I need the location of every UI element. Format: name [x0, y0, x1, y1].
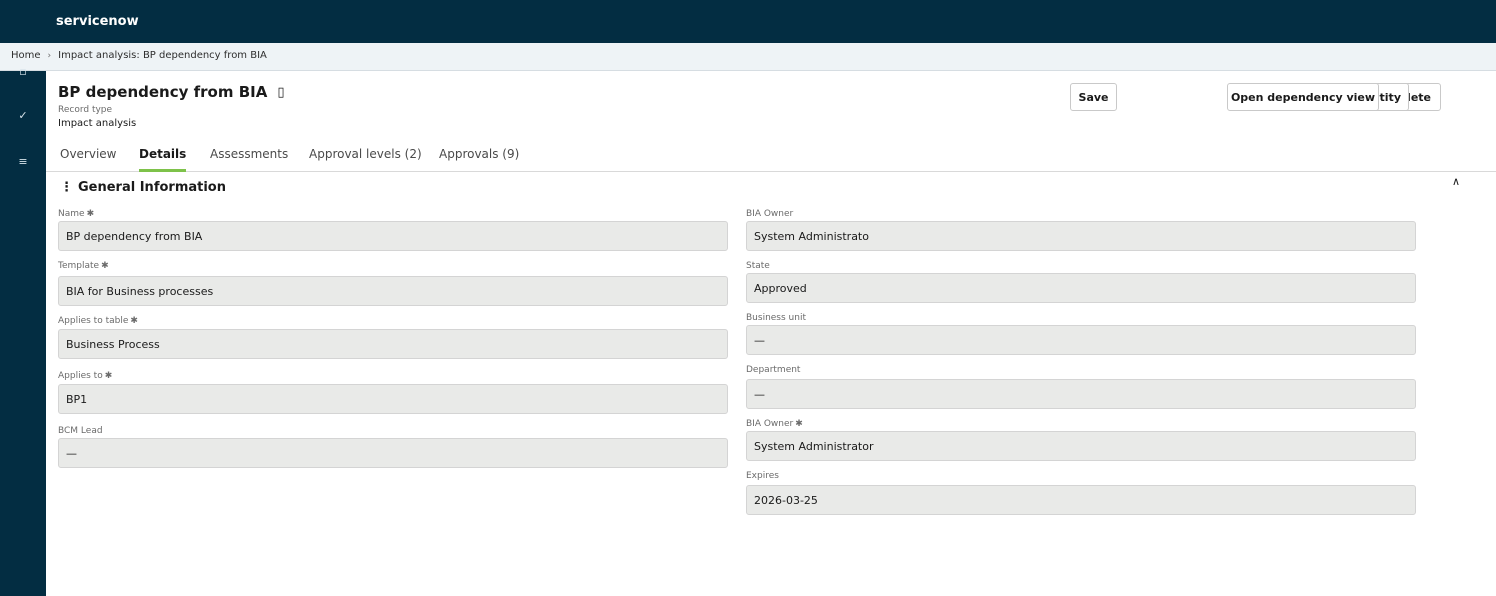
breadcrumb-bar: Home › Impact analysis: BP dependency fr…: [0, 43, 1496, 71]
field-label: BIA Owner: [746, 209, 794, 219]
state-input[interactable]: Approved: [746, 273, 1416, 303]
field-applies-to-table: Applies to table ✱ Business Process: [58, 316, 728, 359]
left-rail: ▫ ✓ ≡: [0, 65, 46, 596]
expires-input[interactable]: 2026-03-25: [746, 485, 1416, 515]
tab-bar: Overview Details Assessments Approval le…: [46, 135, 1496, 172]
record-page: BP dependency from BIA ▯ Record type Imp…: [46, 71, 1496, 596]
tab-overview[interactable]: Overview: [60, 147, 117, 172]
menu-icon[interactable]: ≡: [0, 155, 46, 168]
breadcrumb: Home › Impact analysis: BP dependency fr…: [11, 50, 267, 61]
name-input[interactable]: BP dependency from BIA: [58, 221, 728, 251]
tab-approvals[interactable]: Approvals (9): [439, 147, 519, 172]
business-unit-input[interactable]: —: [746, 325, 1416, 355]
record-title: BP dependency from BIA: [58, 83, 268, 101]
tab-assessments[interactable]: Assessments: [210, 147, 288, 172]
field-bia-owner: BIA Owner ✱ System Administrator: [746, 419, 1416, 461]
checkmark-icon[interactable]: ✓: [0, 109, 46, 122]
field-name: Name ✱ BP dependency from BIA: [58, 209, 728, 251]
tab-approval-levels[interactable]: Approval levels (2): [309, 147, 422, 172]
tab-details[interactable]: Details: [139, 147, 187, 172]
field-applies-to: Applies to ✱ BP1: [58, 371, 728, 414]
breadcrumb-current: Impact analysis: BP dependency from BIA: [58, 50, 267, 61]
field-state: State Approved: [746, 261, 1416, 303]
field-label: Template: [58, 261, 100, 271]
bia-owner-required-input[interactable]: System Administrator: [746, 431, 1416, 461]
field-label: Applies to table: [58, 316, 129, 326]
field-expires: Expires 2026-03-25: [746, 471, 1416, 515]
title-info-icon[interactable]: ▯: [277, 85, 284, 100]
field-label: State: [746, 261, 770, 271]
field-bcm-lead: BCM Lead —: [58, 426, 728, 468]
template-input[interactable]: BIA for Business processes: [58, 276, 728, 306]
required-icon: ✱: [130, 316, 138, 326]
field-label: BCM Lead: [58, 426, 103, 436]
open-dependency-view-button[interactable]: Open dependency view: [1227, 83, 1379, 111]
section-header: ⋮ General Information: [60, 180, 226, 195]
department-input[interactable]: —: [746, 379, 1416, 409]
field-label: Name: [58, 209, 85, 219]
required-icon: ✱: [795, 419, 803, 429]
section-menu-icon[interactable]: ⋮: [60, 180, 73, 195]
breadcrumb-home[interactable]: Home: [11, 50, 41, 61]
field-department: Department —: [746, 365, 1416, 409]
field-label: Business unit: [746, 313, 806, 323]
section-title: General Information: [78, 180, 226, 195]
field-business-unit: Business unit —: [746, 313, 1416, 355]
applies-to-input[interactable]: BP1: [58, 384, 728, 414]
required-icon: ✱: [101, 261, 109, 271]
bia-owner-input[interactable]: System Administrato: [746, 221, 1416, 251]
record-type-label: Record type: [58, 105, 113, 115]
form-icon[interactable]: ▫: [0, 65, 46, 78]
applies-to-table-input[interactable]: Business Process: [58, 329, 728, 359]
brand-logo[interactable]: servicenow: [56, 14, 139, 29]
save-button[interactable]: Save: [1070, 83, 1117, 111]
breadcrumb-separator-icon: ›: [47, 50, 52, 61]
field-bia-owner-top: BIA Owner System Administrato: [746, 209, 1416, 251]
record-type-value: Impact analysis: [58, 118, 137, 129]
page-title: BP dependency from BIA ▯: [58, 83, 285, 101]
required-icon: ✱: [104, 371, 113, 381]
field-label: Applies to: [58, 371, 103, 381]
field-template: Template ✱ BIA for Business processes: [58, 261, 728, 306]
top-header: servicenow: [0, 0, 1496, 43]
collapse-section-icon[interactable]: ∧: [1452, 175, 1460, 188]
required-icon: ✱: [86, 209, 95, 219]
field-label: Department: [746, 365, 801, 375]
field-label: Expires: [746, 471, 779, 481]
bcm-lead-input[interactable]: —: [58, 438, 728, 468]
field-label: BIA Owner: [746, 419, 794, 429]
